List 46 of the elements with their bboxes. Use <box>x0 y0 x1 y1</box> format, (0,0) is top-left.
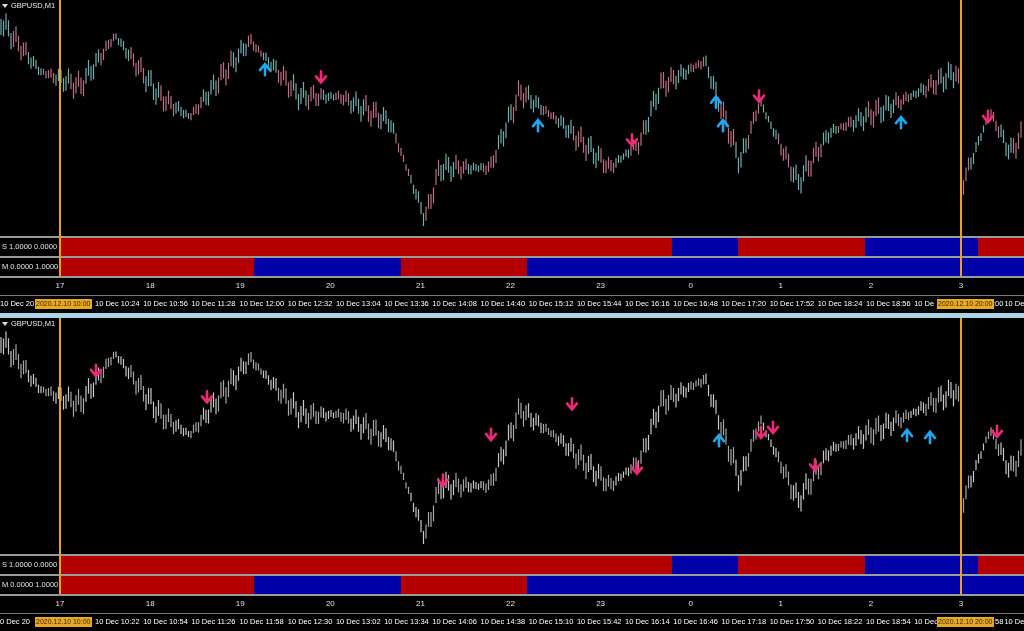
up-arrow-marker <box>531 117 545 133</box>
hour-label: 22 <box>505 280 516 292</box>
hour-label: 23 <box>595 280 607 292</box>
down-arrow-marker <box>89 363 103 379</box>
hour-label: 0 <box>687 280 694 292</box>
down-arrow-marker <box>630 461 644 476</box>
down-arrow-marker <box>565 397 579 412</box>
up-arrow-marker <box>258 62 272 77</box>
up-arrow-marker <box>709 94 723 110</box>
down-arrow-marker <box>808 458 822 473</box>
down-arrow-marker <box>200 389 214 405</box>
hour-label: 21 <box>414 280 426 292</box>
hour-label: 19 <box>234 280 246 292</box>
hour-label: 21 <box>414 598 426 610</box>
hour-label: 18 <box>144 598 156 610</box>
up-arrow-marker <box>900 427 914 443</box>
down-arrow-marker <box>625 132 639 148</box>
hour-label: 2 <box>867 598 875 610</box>
dropdown-triangle-icon[interactable] <box>2 3 8 8</box>
hour-label: 1 <box>777 280 784 292</box>
hour-label: 23 <box>595 598 607 610</box>
up-arrow-marker <box>716 117 730 133</box>
down-arrow-marker <box>754 425 768 441</box>
hour-label: 19 <box>234 598 246 610</box>
hour-label: 22 <box>505 598 516 610</box>
down-arrow-marker <box>436 473 450 488</box>
down-arrow-marker <box>981 109 995 125</box>
down-arrow-marker <box>766 420 780 435</box>
up-arrow-marker <box>894 114 908 130</box>
hour-label: 20 <box>324 598 336 610</box>
down-arrow-marker <box>752 89 766 104</box>
down-arrow-marker <box>990 424 1004 440</box>
hour-label: 1 <box>777 598 784 610</box>
hour-label: 2 <box>867 280 875 292</box>
hour-label: 18 <box>144 280 156 292</box>
hour-label: 20 <box>324 280 336 292</box>
up-arrow-marker <box>923 429 937 445</box>
dropdown-triangle-icon[interactable] <box>2 321 8 326</box>
hour-label: 17 <box>54 598 66 610</box>
down-arrow-marker <box>484 427 498 443</box>
down-arrow-marker <box>314 69 328 85</box>
hour-label: 0 <box>687 598 694 610</box>
hour-label: 17 <box>54 280 66 292</box>
hour-label: 3 <box>957 280 965 292</box>
hour-label: 3 <box>957 598 965 610</box>
up-arrow-marker <box>712 432 726 448</box>
